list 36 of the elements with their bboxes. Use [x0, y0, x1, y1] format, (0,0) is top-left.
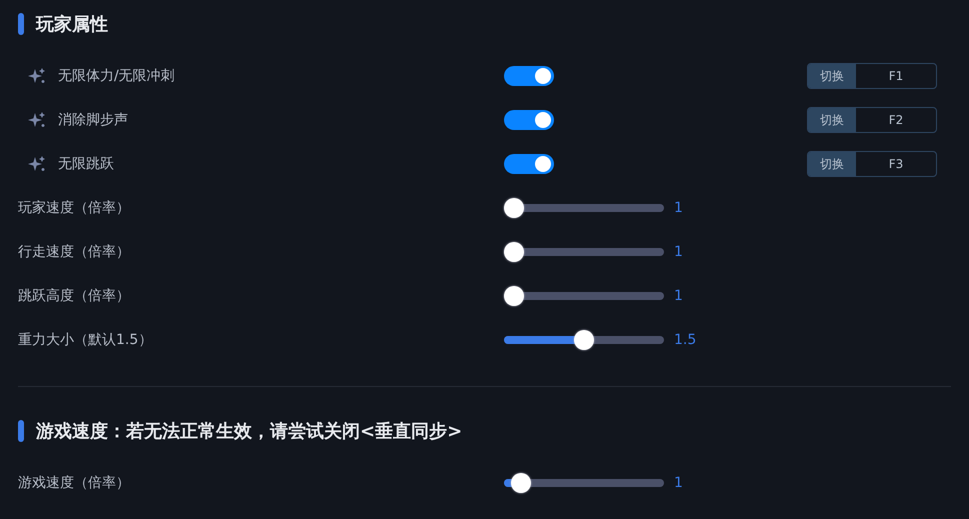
option-label: 玩家速度（倍率） — [18, 199, 130, 217]
slider-thumb[interactable] — [504, 198, 524, 218]
slider[interactable] — [504, 330, 664, 350]
section-marker — [18, 420, 24, 442]
slider-value: 1 — [674, 200, 683, 216]
slider[interactable] — [504, 198, 664, 218]
option-label: 消除脚步声 — [58, 111, 128, 129]
hotkey-control[interactable]: 切换 F1 — [807, 63, 937, 89]
slider[interactable] — [504, 286, 664, 306]
slider-thumb[interactable] — [504, 286, 524, 306]
sparkle-icon — [28, 67, 46, 85]
option-label: 跳跃高度（倍率） — [18, 287, 130, 305]
slider[interactable] — [504, 242, 664, 262]
slider-value: 1 — [674, 244, 683, 260]
slider-value: 1 — [674, 288, 683, 304]
section-title: 玩家属性 — [36, 13, 108, 36]
option-label: 行走速度（倍率） — [18, 243, 130, 261]
slider[interactable] — [504, 473, 664, 493]
option-label: 重力大小（默认1.5） — [18, 331, 152, 349]
option-label: 无限体力/无限冲刺 — [58, 67, 175, 85]
sparkle-icon — [28, 155, 46, 173]
sparkle-icon — [28, 111, 46, 129]
option-label: 游戏速度（倍率） — [18, 474, 130, 492]
slider-value: 1 — [674, 475, 683, 491]
hotkey-control[interactable]: 切换 F3 — [807, 151, 937, 177]
toggle-switch[interactable] — [504, 110, 554, 130]
toggle-switch[interactable] — [504, 154, 554, 174]
slider-thumb[interactable] — [504, 242, 524, 262]
slider-thumb[interactable] — [511, 473, 531, 493]
slider-thumb[interactable] — [574, 330, 594, 350]
section-title: 游戏速度：若无法正常生效，请尝试关闭<垂直同步> — [36, 420, 462, 443]
toggle-switch[interactable] — [504, 66, 554, 86]
slider-value: 1.5 — [674, 332, 696, 348]
section-marker — [18, 13, 24, 35]
option-label: 无限跳跃 — [58, 155, 114, 173]
hotkey-control[interactable]: 切换 F2 — [807, 107, 937, 133]
